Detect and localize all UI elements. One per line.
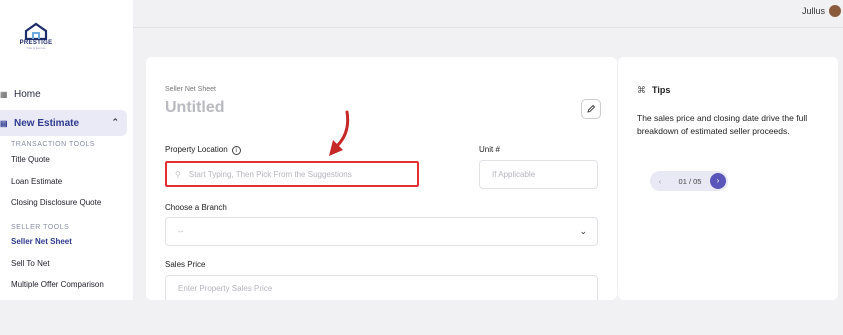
page-subtitle: Seller Net Sheet [165, 86, 216, 93]
branch-label: Choose a Branch [165, 203, 227, 212]
annotation-arrow-icon [329, 110, 350, 156]
sidebar-item-seller-net-sheet[interactable]: Seller Net Sheet [11, 237, 72, 246]
chevron-up-icon: ⌃ [111, 117, 119, 127]
sidebar-item-loan-estimate[interactable]: Loan Estimate [11, 177, 62, 186]
sidebar-item-title-quote[interactable]: Title Quote [11, 155, 50, 164]
unit-placeholder: If Applicable [492, 170, 536, 179]
unit-input[interactable]: If Applicable [479, 160, 598, 189]
sales-price-label: Sales Price [165, 260, 206, 269]
topbar: Jullus [133, 0, 843, 28]
form-card: Seller Net Sheet Untitled Property Locat… [146, 57, 617, 300]
app: PRESTIGE Title & Escrow ▦ Home ▤ New Est… [0, 0, 843, 335]
pencil-icon [587, 104, 596, 113]
unit-label: Unit # [479, 145, 500, 154]
edit-title-button[interactable] [581, 99, 601, 119]
section-label-seller-tools: SELLER TOOLS [11, 224, 70, 231]
chevron-down-icon: ⌄ [579, 226, 587, 236]
tips-title: ⌘ Tips [637, 85, 670, 96]
branch-value: -- [178, 227, 184, 236]
grid-icon: ▦ [0, 89, 8, 99]
tips-text: The sales price and closing date drive t… [637, 113, 808, 136]
property-location-label: Property Location i [165, 145, 241, 155]
sales-price-input[interactable]: Enter Property Sales Price [165, 275, 598, 300]
sidebar-item-sell-to-net[interactable]: Sell To Net [11, 259, 50, 268]
logo-house-icon [24, 22, 48, 40]
info-icon[interactable]: i [231, 146, 241, 155]
sidebar-item-closing-disclosure-quote[interactable]: Closing Disclosure Quote [11, 198, 101, 207]
user-name[interactable]: Jullus [802, 6, 825, 16]
section-label-transaction-tools: TRANSACTION TOOLS [11, 141, 96, 148]
sidebar: PRESTIGE Title & Escrow ▦ Home ▤ New Est… [0, 0, 133, 300]
tips-pager: ‹ 01 / 05 › [650, 171, 728, 191]
logo[interactable]: PRESTIGE Title & Escrow [16, 22, 56, 50]
tips-page-count: 01 / 05 [678, 176, 702, 186]
lamp-icon: ⌘ [637, 85, 646, 95]
property-location-placeholder: Start Typing, Then Pick From the Suggest… [188, 169, 352, 179]
sidebar-item-home[interactable]: ▦ Home [0, 86, 41, 102]
sidebar-item-label: Home [14, 88, 41, 100]
location-pin-icon: ⚲ [175, 169, 181, 179]
page-title[interactable]: Untitled [165, 99, 225, 117]
sales-price-placeholder: Enter Property Sales Price [178, 283, 273, 293]
property-location-label-text: Property Location [165, 145, 228, 154]
sidebar-item-label: New Estimate [14, 117, 80, 129]
branch-select[interactable]: -- ⌄ [165, 217, 598, 246]
chevron-left-icon[interactable]: ‹ [650, 177, 670, 186]
sidebar-item-new-estimate[interactable]: ▤ New Estimate ⌃ [0, 110, 127, 136]
chevron-right-icon[interactable]: › [710, 173, 726, 189]
tips-panel: ⌘ Tips The sales price and closing date d… [618, 57, 838, 300]
sidebar-item-multiple-offer-comparison[interactable]: Multiple Offer Comparison [11, 280, 104, 289]
document-icon: ▤ [0, 118, 8, 128]
logo-tagline: Title & Escrow [26, 46, 46, 50]
tips-title-text: Tips [652, 85, 671, 95]
property-location-input[interactable]: ⚲ Start Typing, Then Pick From the Sugge… [165, 161, 419, 187]
avatar[interactable] [829, 5, 841, 17]
